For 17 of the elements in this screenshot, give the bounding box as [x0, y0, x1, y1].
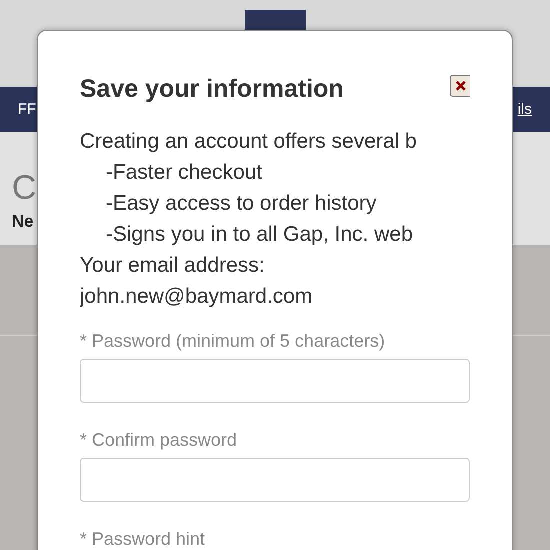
- close-icon: [456, 81, 466, 91]
- field-label: * Password hint: [80, 529, 206, 550]
- nav-link[interactable]: ils: [518, 101, 532, 118]
- field-label: * Password (minimum of 5 characters): [80, 331, 386, 352]
- close-button[interactable]: [450, 75, 470, 97]
- password-field[interactable]: [80, 458, 470, 502]
- benefit-item: -Faster checkout: [105, 160, 264, 186]
- dialog-title: Save your information: [80, 75, 344, 104]
- nav-text: FF: [18, 101, 36, 118]
- email-label: Your email address:: [80, 253, 266, 279]
- page-heading: C: [12, 170, 37, 206]
- benefit-item: -Easy access to order history: [105, 191, 378, 217]
- intro-text: Creating an account offers several b: [80, 129, 418, 155]
- benefit-item: -Signs you in to all Gap, Inc. web: [105, 222, 414, 248]
- field-label: * Confirm password: [80, 430, 238, 451]
- page-subheading: Ne: [12, 212, 34, 232]
- password-field[interactable]: [80, 359, 470, 403]
